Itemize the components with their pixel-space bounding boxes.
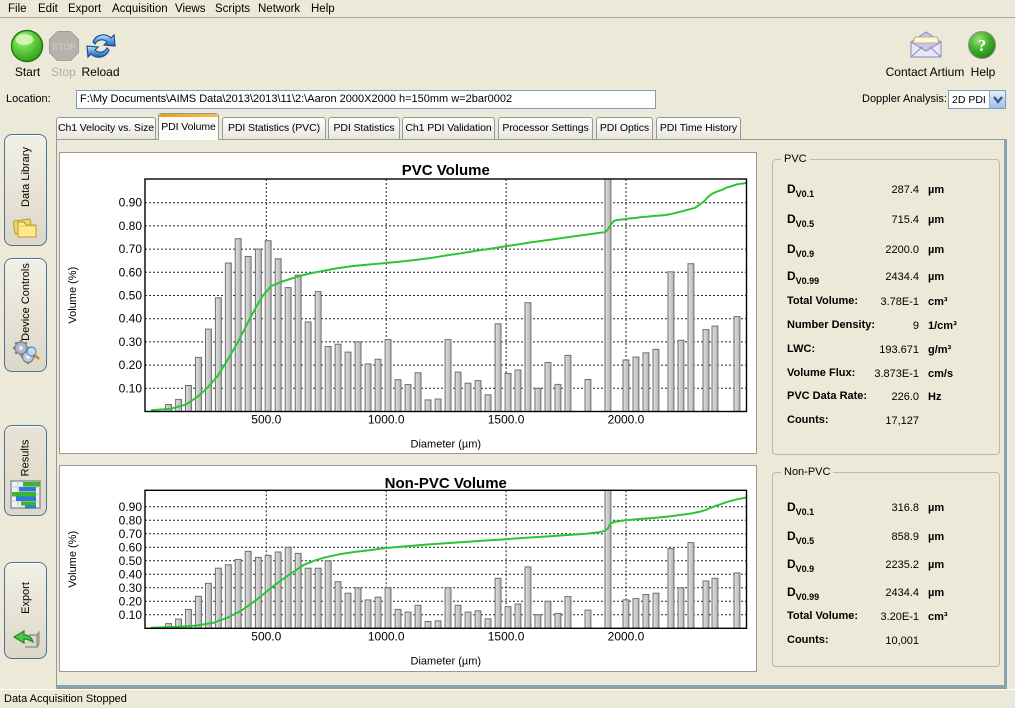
svg-text:Non-PVC Volume: Non-PVC Volume — [385, 475, 507, 492]
svg-text:0.30: 0.30 — [119, 581, 143, 595]
svg-text:Volume (%): Volume (%) — [67, 267, 79, 324]
svg-text:Diameter (µm): Diameter (µm) — [411, 655, 482, 667]
svg-text:PVC Volume: PVC Volume — [402, 162, 490, 179]
svg-text:0.90: 0.90 — [119, 500, 143, 514]
svg-text:?: ? — [978, 36, 987, 55]
svg-text:0.80: 0.80 — [119, 513, 143, 527]
svg-text:0.70: 0.70 — [119, 527, 143, 541]
svg-text:0.20: 0.20 — [119, 594, 143, 608]
svg-text:Diameter (µm): Diameter (µm) — [411, 439, 482, 451]
svg-text:1000.0: 1000.0 — [368, 629, 405, 643]
svg-text:STOP: STOP — [52, 42, 76, 52]
svg-text:500.0: 500.0 — [251, 629, 281, 643]
svg-text:1500.0: 1500.0 — [488, 629, 525, 643]
svg-text:0.60: 0.60 — [119, 265, 143, 279]
svg-text:1000.0: 1000.0 — [368, 413, 405, 427]
svg-text:1500.0: 1500.0 — [488, 413, 525, 427]
svg-text:0.90: 0.90 — [119, 196, 143, 210]
svg-text:0.30: 0.30 — [119, 335, 143, 349]
svg-text:2000.0: 2000.0 — [608, 629, 645, 643]
svg-text:Volume (%): Volume (%) — [67, 531, 79, 588]
svg-text:0.10: 0.10 — [119, 608, 143, 622]
svg-text:0.50: 0.50 — [119, 289, 143, 303]
svg-text:0.40: 0.40 — [119, 312, 143, 326]
svg-text:0.60: 0.60 — [119, 540, 143, 554]
svg-text:0.50: 0.50 — [119, 554, 143, 568]
svg-text:0.20: 0.20 — [119, 358, 143, 372]
svg-text:0.40: 0.40 — [119, 567, 143, 581]
svg-text:0.80: 0.80 — [119, 219, 143, 233]
svg-text:0.70: 0.70 — [119, 242, 143, 256]
svg-text:0.10: 0.10 — [119, 381, 143, 395]
svg-text:500.0: 500.0 — [251, 413, 281, 427]
svg-text:2000.0: 2000.0 — [608, 413, 645, 427]
